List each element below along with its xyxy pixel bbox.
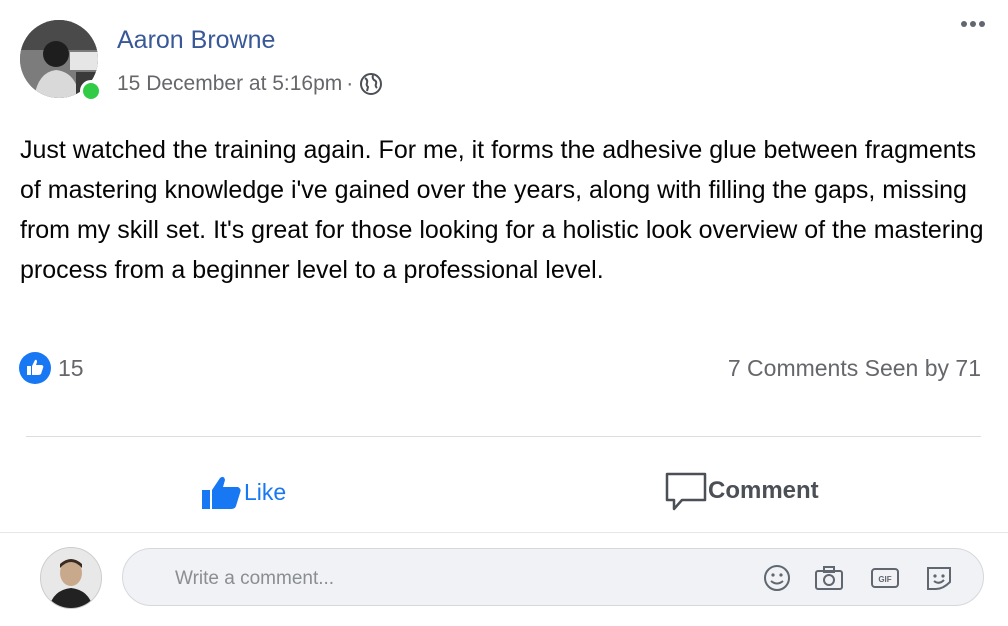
comment-bubble-icon: [665, 472, 707, 511]
comment-input[interactable]: [173, 563, 737, 595]
emoji-icon[interactable]: [761, 563, 793, 593]
like-count[interactable]: 15: [58, 355, 84, 382]
composer-divider: [0, 532, 1008, 533]
like-button[interactable]: Like: [200, 472, 286, 512]
like-thumb-icon: [202, 476, 241, 509]
svg-text:GIF: GIF: [878, 575, 891, 584]
comment-button-label: Comment: [708, 477, 819, 504]
globe-icon: [360, 73, 383, 95]
comment-composer[interactable]: GIF: [122, 548, 984, 606]
my-avatar[interactable]: [40, 547, 102, 609]
like-button-label: Like: [244, 478, 287, 505]
my-photo: [41, 548, 101, 608]
like-reaction-badge[interactable]: [19, 352, 51, 384]
online-status-indicator: [80, 80, 102, 102]
more-options-icon[interactable]: [958, 14, 988, 34]
comment-button[interactable]: Comment: [664, 470, 819, 512]
meta-separator: ·: [346, 72, 354, 95]
post-timestamp[interactable]: 15 December at 5:16pm: [117, 72, 342, 96]
author-name[interactable]: Aaron Browne: [117, 26, 275, 55]
post-body: Just watched the training again. For me,…: [20, 136, 984, 284]
gif-icon[interactable]: GIF: [869, 563, 901, 593]
thumbs-up-icon: [27, 359, 44, 375]
post-meta: 15 December at 5:16pm ·: [117, 72, 383, 96]
sticker-icon[interactable]: [923, 563, 955, 593]
action-divider: [26, 436, 981, 437]
camera-icon[interactable]: [813, 563, 845, 593]
comments-seen-count[interactable]: 7 Comments Seen by 71: [728, 355, 981, 382]
